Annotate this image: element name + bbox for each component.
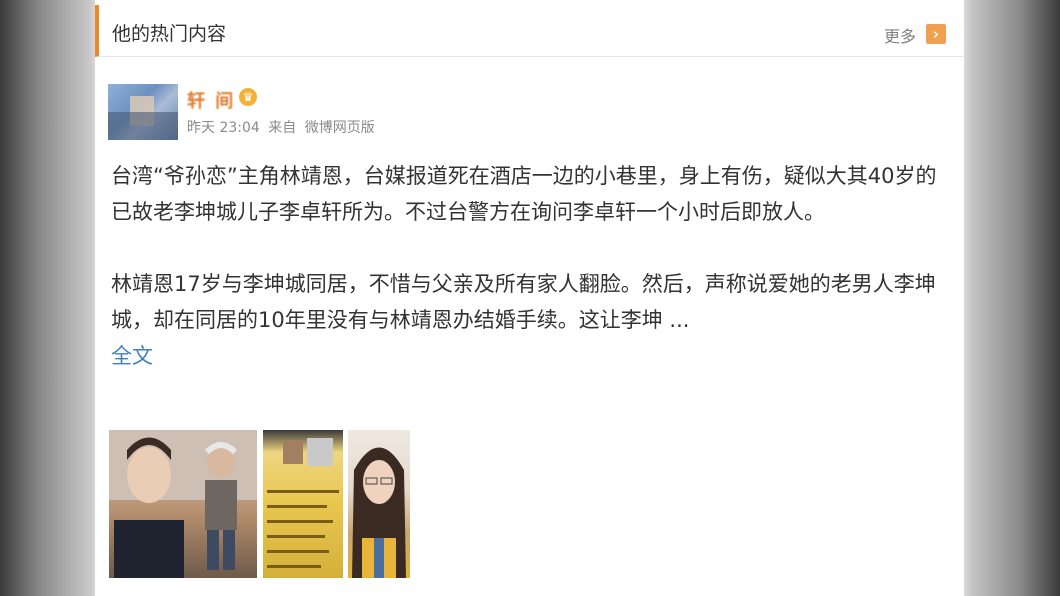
post-image-3[interactable] <box>348 430 410 578</box>
source-prefix: 来自 <box>268 120 297 136</box>
crown-badge-icon: ♛ <box>239 88 257 106</box>
hot-content-card: 他的热门内容 更多 › 轩 间 ♛ 昨天 23:04 来自 微博网页版 台湾“爷… <box>95 0 964 596</box>
poster-graphic-icon <box>267 438 339 568</box>
post-image-1[interactable] <box>109 430 257 578</box>
section-title: 他的热门内容 <box>112 23 227 45</box>
username[interactable]: 轩 间 <box>187 87 235 113</box>
post-body: 台湾“爷孙恋”主角林靖恩，台媒报道死在酒店一边的小巷里，身上有伤，疑似大其40岁… <box>111 158 941 374</box>
section-header: 他的热门内容 更多 › <box>95 5 964 57</box>
chevron-right-icon[interactable]: › <box>926 24 946 44</box>
post-paragraph-2: 林靖恩17岁与李坤城同居，不惜与父亲及所有家人翻脸。然后，声称说爱她的老男人李坤… <box>111 266 941 374</box>
expand-full-text-link[interactable]: 全文 <box>111 344 153 368</box>
portrait-photo-icon <box>352 447 406 578</box>
post-image-2[interactable] <box>263 430 343 578</box>
post-paragraph-1: 台湾“爷孙恋”主角林靖恩，台媒报道死在酒店一边的小巷里，身上有伤，疑似大其40岁… <box>111 164 937 224</box>
avatar[interactable] <box>108 84 178 140</box>
post-time[interactable]: 昨天 23:04 <box>187 120 260 136</box>
photo-couple-icon <box>109 430 257 578</box>
post-paragraph-2-text: 林靖恩17岁与李坤城同居，不惜与父亲及所有家人翻脸。然后，声称说爱她的老男人李坤… <box>111 272 936 332</box>
post-source[interactable]: 微博网页版 <box>305 120 375 136</box>
more-link[interactable]: 更多 <box>884 23 916 47</box>
post-meta: 昨天 23:04 来自 微博网页版 <box>187 117 379 137</box>
